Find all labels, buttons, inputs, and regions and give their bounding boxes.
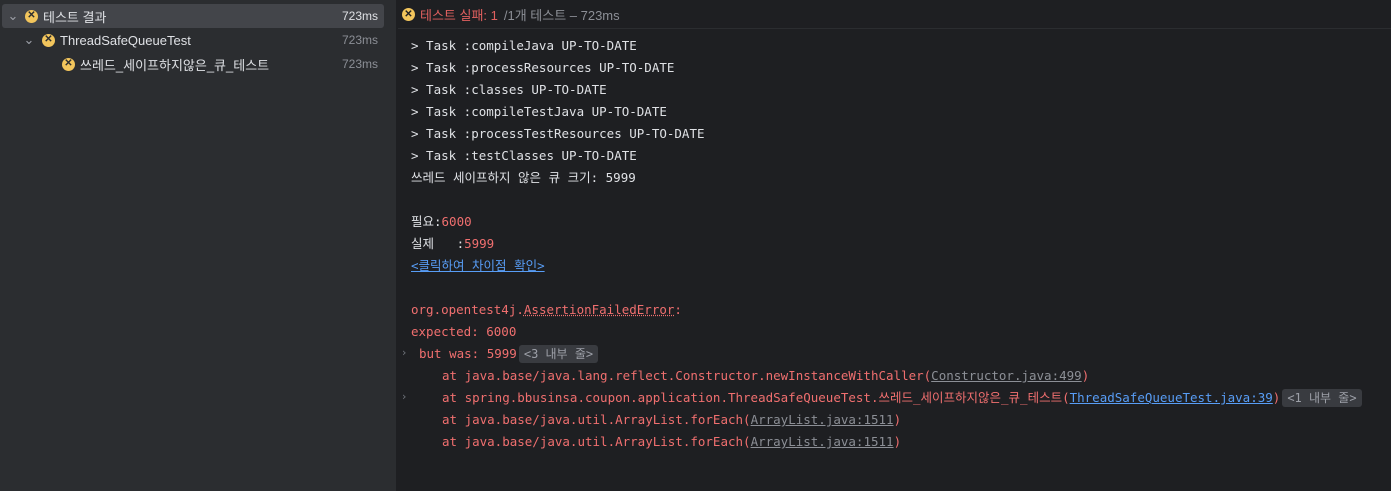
trace-text: at java.base/java.util.ArrayList.forEach… <box>442 412 751 427</box>
error-suffix: : <box>674 302 682 317</box>
internal-lines-badge[interactable]: <1 내부 줄> <box>1282 389 1362 407</box>
fail-icon: ✕ <box>25 9 38 23</box>
expand-arrow-icon[interactable]: › <box>402 390 406 403</box>
console-line: > Task :compileJava UP-TO-DATE <box>411 38 637 53</box>
status-fail-count: 테스트 실패: 1 <box>420 7 498 23</box>
trace-text: ) <box>893 412 902 427</box>
tree-item-test-results[interactable]: ⌄ ✕ 테스트 결과 723ms <box>2 4 384 28</box>
test-status-bar: ✕ 테스트 실패: 1 /1개 테스트 – 723ms <box>398 0 1391 29</box>
tree-item-test-method[interactable]: ✕ 쓰레드_세이프하지않은_큐_테스트 723ms <box>0 52 384 76</box>
trace-source-link[interactable]: ArrayList.java:1511 <box>751 412 894 427</box>
console-line: > Task :processResources UP-TO-DATE <box>411 60 675 75</box>
stack-trace-line: at java.base/java.lang.reflect.Construct… <box>442 366 1089 386</box>
test-tree-panel: ⌄ ✕ 테스트 결과 723ms ⌄ ✕ ThreadSafeQueueTest… <box>0 0 397 491</box>
console-line: > Task :compileTestJava UP-TO-DATE <box>411 104 667 119</box>
expected-label: 필요: <box>411 214 442 229</box>
console-panel: ✕ 테스트 실패: 1 /1개 테스트 – 723ms > Task :comp… <box>398 0 1391 491</box>
expected-value-line: expected: 6000 <box>411 324 517 339</box>
expand-arrow-icon[interactable]: › <box>402 346 406 359</box>
stack-trace-line: at java.base/java.util.ArrayList.forEach… <box>442 432 901 452</box>
console-line: 쓰레드 세이프하지 않은 큐 크기: 5999 <box>411 170 636 185</box>
trace-text: ) <box>1081 368 1090 383</box>
tree-item-time: 723ms <box>341 33 378 47</box>
fail-icon: ✕ <box>62 57 75 71</box>
diff-link[interactable]: <클릭하여 차이점 확인> <box>411 258 545 273</box>
trace-source-link[interactable]: Constructor.java:499 <box>931 368 1082 383</box>
trace-text: at spring.bbusinsa.coupon.application.Th… <box>442 390 1070 405</box>
diff-line: <클릭하여 차이점 확인> <box>411 256 545 276</box>
error-prefix: org.opentest4j. <box>411 302 524 317</box>
expected-value: 6000 <box>441 214 472 229</box>
tree-item-time: 723ms <box>341 57 378 71</box>
tree-item-time: 723ms <box>341 9 378 23</box>
stack-trace-line: at spring.bbusinsa.coupon.application.Th… <box>442 388 1362 408</box>
tree-item-label: 쓰레드_세이프하지않은_큐_테스트 <box>80 57 270 73</box>
but-was-line: but was: 5999 <3 내부 줄> <box>419 344 599 364</box>
tree-item-label: ThreadSafeQueueTest <box>60 32 191 48</box>
but-was-text: but was: 5999 <box>419 346 517 361</box>
error-line: org.opentest4j.AssertionFailedError: <box>411 300 682 320</box>
actual-value: 5999 <box>464 236 495 251</box>
fail-icon: ✕ <box>402 7 415 21</box>
internal-lines-badge[interactable]: <3 내부 줄> <box>518 345 599 363</box>
tree-item-test-class[interactable]: ⌄ ✕ ThreadSafeQueueTest 723ms <box>0 28 384 52</box>
fail-icon: ✕ <box>42 33 55 47</box>
chevron-down-icon[interactable]: ⌄ <box>23 32 35 47</box>
trace-text: ) <box>1272 390 1281 405</box>
stack-trace-line: at java.base/java.util.ArrayList.forEach… <box>442 410 901 430</box>
trace-source-link[interactable]: ThreadSafeQueueTest.java:39 <box>1070 390 1273 405</box>
error-class-link[interactable]: AssertionFailedError <box>524 302 675 317</box>
status-meta: /1개 테스트 – 723ms <box>503 7 620 23</box>
console-line: > Task :processTestResources UP-TO-DATE <box>411 126 705 141</box>
expected-line: 필요:6000 <box>411 212 472 232</box>
trace-text: ) <box>893 434 902 449</box>
trace-text: at java.base/java.util.ArrayList.forEach… <box>442 434 751 449</box>
actual-label: 실제 : <box>411 236 465 251</box>
trace-text: at java.base/java.lang.reflect.Construct… <box>442 368 932 383</box>
trace-source-link[interactable]: ArrayList.java:1511 <box>751 434 894 449</box>
console-line: > Task :classes UP-TO-DATE <box>411 82 607 97</box>
tree-item-label: 테스트 결과 <box>43 9 107 25</box>
actual-line: 실제 :5999 <box>411 234 494 254</box>
console-line: > Task :testClasses UP-TO-DATE <box>411 148 637 163</box>
chevron-down-icon[interactable]: ⌄ <box>7 8 19 23</box>
